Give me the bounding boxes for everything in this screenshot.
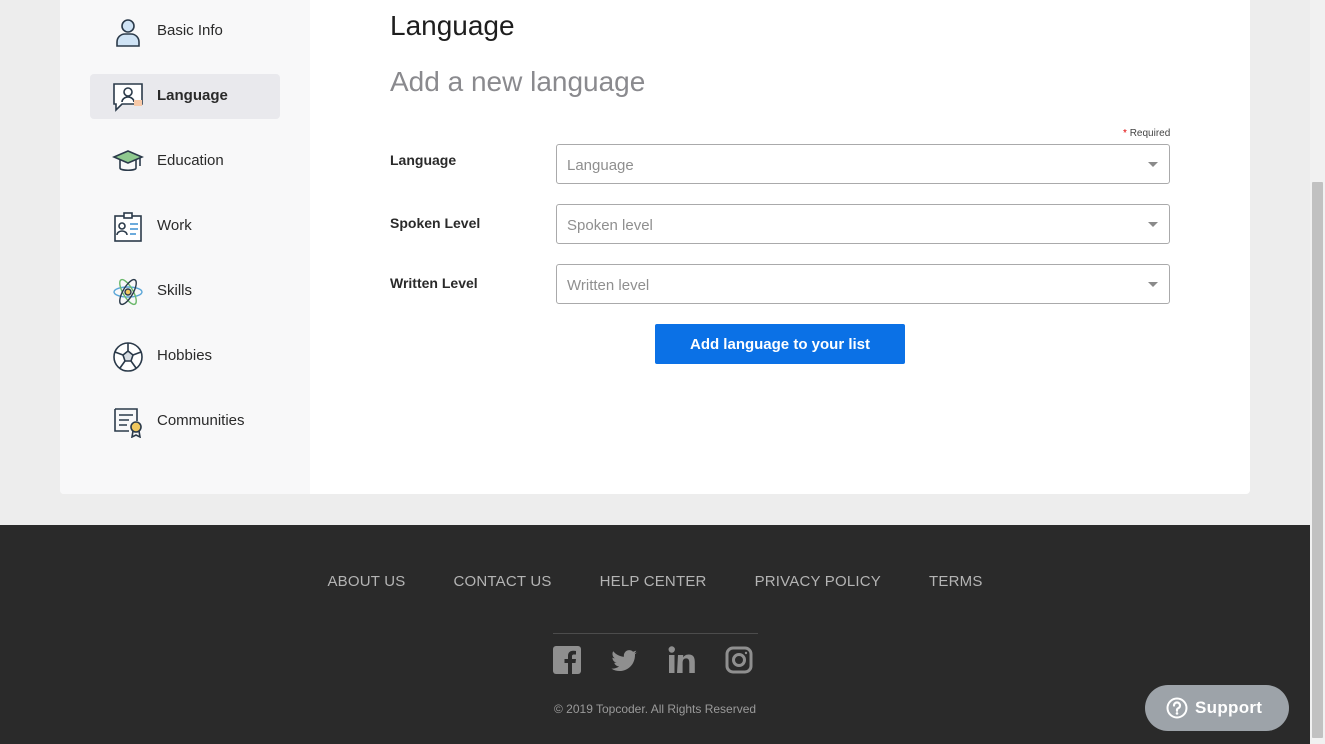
footer-link-contact-us[interactable]: CONTACT US	[453, 573, 551, 590]
facebook-icon[interactable]	[552, 645, 582, 675]
support-button[interactable]: Support	[1145, 685, 1289, 731]
page-title: Language	[390, 10, 515, 41]
spoken-level-label: Spoken Level	[390, 215, 481, 231]
chevron-down-icon	[1148, 162, 1158, 167]
person-icon	[112, 16, 144, 48]
language-label: Language	[390, 152, 457, 168]
spoken-level-select[interactable]: Spoken level	[556, 204, 1170, 244]
required-star: *	[1123, 128, 1127, 139]
id-card-icon	[112, 211, 144, 243]
language-select-placeholder: Language	[567, 157, 634, 174]
language-select[interactable]: Language	[556, 144, 1170, 184]
chevron-down-icon	[1148, 282, 1158, 287]
atom-icon	[112, 276, 144, 308]
written-level-select[interactable]: Written level	[556, 264, 1170, 304]
sidebar-item-hobbies[interactable]: Hobbies	[90, 334, 280, 379]
spoken-level-select-placeholder: Spoken level	[567, 217, 653, 234]
footer-link-privacy-policy[interactable]: PRIVACY POLICY	[755, 573, 881, 590]
sidebar-item-communities[interactable]: Communities	[90, 399, 280, 444]
chevron-down-icon	[1148, 222, 1158, 227]
sidebar-item-label: Education	[157, 152, 224, 169]
profile-card: Basic Info Language Education Work Skill…	[60, 0, 1250, 494]
site-footer: ABOUT US CONTACT US HELP CENTER PRIVACY …	[0, 525, 1310, 744]
sidebar-item-label: Hobbies	[157, 347, 213, 364]
required-note: * Required	[1123, 128, 1170, 139]
sidebar-item-label: Language	[157, 87, 228, 104]
support-label: Support	[1195, 698, 1263, 717]
help-circle-icon	[1166, 697, 1188, 719]
sidebar-item-label: Communities	[157, 412, 245, 429]
sidebar-item-label: Work	[157, 217, 192, 234]
copyright-text: © 2019 Topcoder. All Rights Reserved	[554, 702, 757, 716]
page-subtitle: Add a new language	[390, 66, 646, 97]
sidebar-item-label: Skills	[157, 282, 193, 299]
scrollbar-thumb[interactable]	[1312, 182, 1323, 738]
footer-link-terms[interactable]: TERMS	[929, 573, 983, 590]
linkedin-icon[interactable]	[667, 645, 697, 675]
add-language-button[interactable]: Add language to your list	[655, 324, 905, 364]
sidebar-item-label: Basic Info	[157, 22, 223, 39]
speech-bubble-person-icon	[112, 81, 144, 113]
footer-link-about-us[interactable]: ABOUT US	[327, 573, 405, 590]
twitter-icon[interactable]	[609, 645, 639, 675]
sidebar-item-skills[interactable]: Skills	[90, 269, 280, 314]
sidebar-item-basic-info[interactable]: Basic Info	[90, 9, 280, 54]
footer-links: ABOUT US CONTACT US HELP CENTER PRIVACY …	[0, 573, 1310, 590]
instagram-icon[interactable]	[724, 645, 754, 675]
soccer-ball-icon	[112, 341, 144, 373]
certificate-icon	[112, 406, 144, 438]
sidebar-item-education[interactable]: Education	[90, 139, 280, 184]
language-form-section: Language Add a new language * Required L…	[390, 0, 1170, 494]
required-text: Required	[1129, 128, 1171, 139]
written-level-select-placeholder: Written level	[567, 277, 650, 294]
social-divider	[553, 633, 758, 634]
footer-link-help-center[interactable]: HELP CENTER	[600, 573, 707, 590]
written-level-label: Written Level	[390, 275, 478, 291]
graduation-cap-icon	[112, 146, 144, 178]
profile-sidebar: Basic Info Language Education Work Skill…	[60, 0, 310, 494]
sidebar-item-language[interactable]: Language	[90, 74, 280, 119]
sidebar-item-work[interactable]: Work	[90, 204, 280, 249]
